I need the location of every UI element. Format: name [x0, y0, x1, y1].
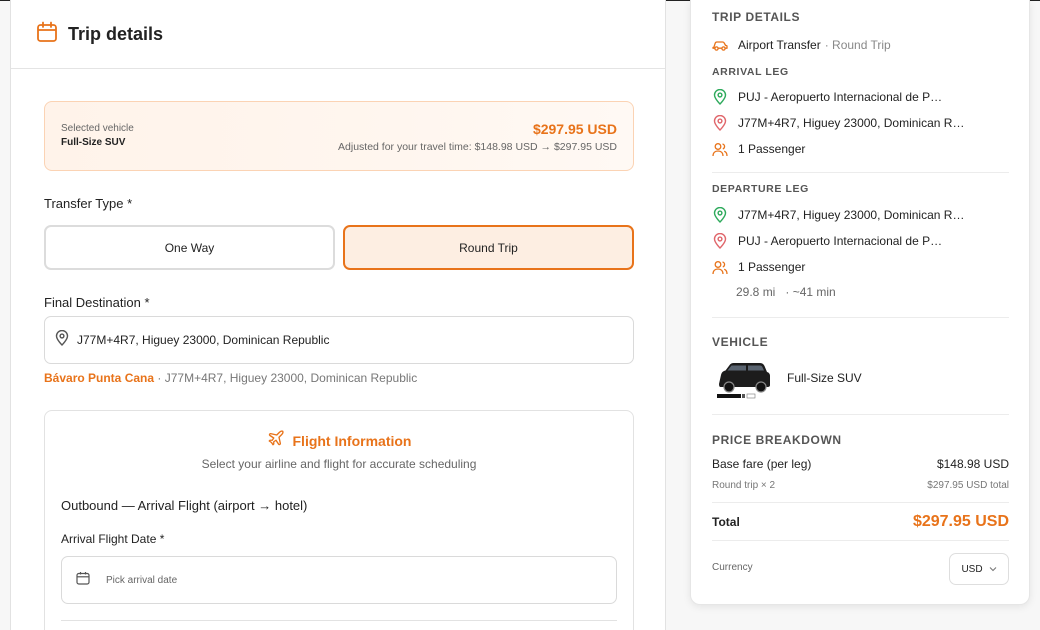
map-pin-icon	[55, 329, 69, 351]
round-trip-button[interactable]: Round Trip	[343, 225, 634, 270]
departure-passengers-row: 1 Passenger	[712, 259, 805, 275]
divider	[712, 172, 1009, 173]
arrival-dropoff-location: J77M+4R7, Higuey 23000, Dominican R…	[738, 116, 965, 130]
vehicle-heading: VEHICLE	[712, 335, 769, 349]
pickup-pin-icon	[712, 207, 728, 223]
round-trip-row: Round trip × 2 $297.95 USD total	[712, 480, 1009, 491]
final-destination-value: J77M+4R7, Higuey 23000, Dominican Republ…	[77, 333, 330, 347]
trip-details-header: Trip details	[11, 0, 665, 69]
arrival-passenger-count: 1 Passenger	[738, 142, 806, 156]
departure-passenger-count: 1 Passenger	[738, 260, 806, 274]
total-row: Total $297.95 USD	[712, 513, 1009, 531]
selected-vehicle-label: Selected vehicle	[61, 123, 134, 134]
destination-hint: Bávaro Punta Cana · J77M+4R7, Higuey 230…	[44, 371, 417, 385]
trip-duration: · ~41 min	[785, 285, 836, 299]
selected-vehicle-name: Full-Size SUV	[61, 137, 126, 148]
arrival-dropoff-row: J77M+4R7, Higuey 23000, Dominican R…	[712, 115, 964, 131]
flight-information-section: Flight Information Select your airline a…	[44, 410, 634, 630]
trip-details-heading: TRIP DETAILS	[712, 10, 801, 24]
trip-distance-row: 29.8 mi · ~41 min	[736, 285, 836, 299]
divider	[712, 502, 1009, 503]
trip-distance: 29.8 mi	[736, 285, 776, 299]
price-breakdown-heading: PRICE BREAKDOWN	[712, 433, 842, 447]
vehicle-name-row: Full-Size SUV	[787, 371, 862, 385]
selected-vehicle-price: $297.95 USD	[532, 121, 617, 137]
price-adjustment-note: Adjusted for your travel time: $148.98 U…	[338, 141, 617, 153]
currency-value: USD	[961, 563, 983, 575]
total-label: Total	[712, 515, 740, 529]
destination-hint-brand: Bávaro Punta Cana	[44, 371, 155, 385]
final-destination-input[interactable]: J77M+4R7, Higuey 23000, Dominican Republ…	[44, 316, 634, 364]
base-fare-value: $148.98 USD	[936, 457, 1009, 471]
total-value: $297.95 USD	[912, 513, 1009, 530]
departure-dropoff-location: PUJ - Aeropuerto Internacional de P…	[738, 234, 943, 248]
base-fare-row: Base fare (per leg) $148.98 USD	[712, 457, 1009, 471]
arrival-date-label: Arrival Flight Date *	[61, 532, 165, 546]
vehicle-name: Full-Size SUV	[787, 371, 862, 385]
departure-pickup-row: J77M+4R7, Higuey 23000, Dominican R…	[712, 207, 964, 223]
arrival-leg-heading: ARRIVAL LEG	[712, 66, 789, 78]
destination-hint-address: · J77M+4R7, Higuey 23000, Dominican Repu…	[157, 371, 418, 385]
section-divider	[61, 620, 617, 621]
calendar-icon	[76, 571, 90, 590]
arrival-date-placeholder: Pick arrival date	[106, 574, 178, 586]
arrival-passengers-row: 1 Passenger	[712, 141, 805, 157]
users-icon	[712, 259, 728, 275]
trip-kind: · Round Trip	[824, 38, 891, 52]
trip-details-card: Trip details Selected vehicle Full-Size …	[10, 0, 666, 630]
flight-information-title: Flight Information	[292, 432, 412, 449]
vehicle-image	[716, 360, 771, 400]
currency-label: Currency	[712, 562, 753, 573]
calendar-icon	[36, 21, 58, 48]
selected-vehicle-banner: Selected vehicle Full-Size SUV $297.95 U…	[44, 101, 634, 171]
pickup-pin-icon	[712, 89, 728, 105]
car-icon	[712, 37, 728, 53]
departure-dropoff-row: PUJ - Aeropuerto Internacional de P…	[712, 233, 942, 249]
flight-information-subtitle: Select your airline and flight for accur…	[201, 457, 477, 471]
divider	[712, 414, 1009, 415]
page-title: Trip details	[68, 23, 164, 44]
plane-icon	[267, 429, 285, 452]
arrival-pickup-location: PUJ - Aeropuerto Internacional de P…	[738, 90, 943, 104]
final-destination-label: Final Destination *	[44, 295, 150, 310]
flight-information-title-row: Flight Information	[45, 429, 633, 452]
one-way-button[interactable]: One Way	[44, 225, 335, 270]
users-icon	[712, 141, 728, 157]
service-name: Airport Transfer	[738, 38, 821, 52]
base-fare-label: Base fare (per leg)	[712, 457, 812, 471]
departure-leg-heading: DEPARTURE LEG	[712, 183, 809, 195]
arrival-date-picker[interactable]: Pick arrival date	[61, 556, 617, 604]
currency-row: Currency	[712, 562, 753, 573]
transfer-type-label: Transfer Type *	[44, 196, 133, 211]
divider	[712, 540, 1009, 541]
round-trip-label: Round trip × 2	[712, 480, 776, 491]
outbound-flight-heading: Outbound — Arrival Flight (airport → hot…	[61, 498, 308, 513]
departure-pickup-location: J77M+4R7, Higuey 23000, Dominican R…	[738, 208, 965, 222]
divider	[712, 317, 1009, 318]
chevron-down-icon	[989, 564, 997, 575]
arrival-pickup-row: PUJ - Aeropuerto Internacional de P…	[712, 89, 942, 105]
booking-summary-card: TRIP DETAILS Airport Transfer · Round Tr…	[690, 0, 1030, 605]
dropoff-pin-icon	[712, 233, 728, 249]
round-trip-value: $297.95 USD total	[927, 480, 1009, 491]
service-row: Airport Transfer · Round Trip	[712, 37, 891, 53]
currency-select[interactable]: USD	[949, 553, 1009, 585]
dropoff-pin-icon	[712, 115, 728, 131]
